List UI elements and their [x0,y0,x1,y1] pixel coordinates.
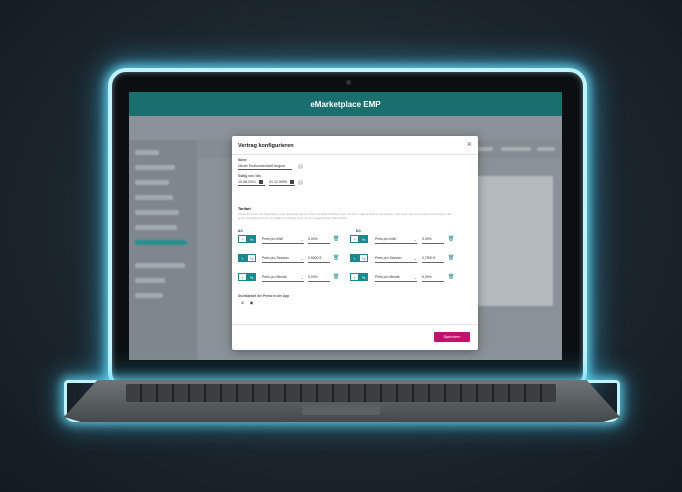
ac-row3-mode-toggle[interactable]: + % [238,273,256,281]
calendar-icon[interactable] [259,180,263,184]
app-header: eMarketplace EMP [129,92,562,116]
plus-option[interactable]: + [238,235,247,243]
ac-row3-value-input[interactable]: 5,00% [308,273,330,282]
dc-label: DC [356,229,361,233]
trash-icon[interactable]: 🗑 [448,274,454,280]
trash-icon[interactable]: 🗑 [448,236,454,242]
chevron-down-icon: ⌄ [413,275,417,280]
save-button[interactable]: Speichern [434,332,470,342]
trash-icon[interactable]: 🗑 [333,255,339,261]
info-icon[interactable]: i [298,164,303,169]
ac-label: AC [238,229,243,233]
sidebar-item[interactable] [135,225,177,230]
dc-row2-type-select[interactable]: Preis pro Session ⌄ [375,254,417,263]
percent-option[interactable]: % [359,235,368,243]
dc-row1-mode-toggle[interactable]: + % [350,235,368,243]
dc-row1-type-select[interactable]: Preis pro kWh ⌄ [375,235,417,244]
sidebar-item[interactable] [135,165,175,170]
sidebar-item[interactable] [135,180,169,185]
percent-option[interactable]: % [359,254,368,262]
plus-option[interactable]: + [350,254,359,262]
ac-row1-mode-toggle[interactable]: + % [238,235,256,243]
ac-row1-value-input[interactable]: 5,00% [308,235,330,244]
laptop-screen: eMarketplace EMP Vertrag konfigurieren ×… [129,92,562,360]
chevron-down-icon: ⌄ [300,237,304,242]
sidebar-item[interactable] [135,195,173,200]
dc-row2-value-input[interactable]: 0,7500 € [422,254,444,263]
sidebar-item[interactable] [135,278,165,283]
app-title: eMarketplace EMP [310,99,381,109]
sidebar-item[interactable] [135,210,179,215]
name-label: Name [238,158,247,162]
modal-title: Vertrag konfigurieren [238,143,294,149]
valid-label: Gültig von / bis [238,174,262,178]
ac-row2-mode-toggle[interactable]: + % [238,254,256,262]
trash-icon[interactable]: 🗑 [448,255,454,261]
name-input[interactable]: Neuer Endkundentarif August [238,163,292,170]
chevron-down-icon: ⌄ [300,256,304,261]
ac-row2-value-input[interactable]: 0,5000 € [308,254,330,263]
tarif-description: Wir bieten Ihnen die Möglichkeit, einen … [238,212,452,220]
plus-option[interactable]: + [350,273,359,281]
chevron-down-icon: ⌄ [413,256,417,261]
webcam [345,80,351,85]
dc-row3-type-select[interactable]: Preis pro Minute ⌄ [375,273,417,282]
sidebar-item-active[interactable] [135,240,187,245]
tarif-section-title: Tarifart [238,207,251,211]
trash-icon[interactable]: 🗑 [333,236,339,242]
dc-row3-value-input[interactable]: 5,00% [422,273,444,282]
visibility-label: Sichtbarkeit der Preise in der App [238,294,290,298]
plus-option[interactable]: + [350,235,359,243]
eye-off-icon[interactable]: ⊘ [238,299,247,306]
divider [232,154,478,155]
visibility-toggle[interactable]: ⊘ ◉ [238,299,256,306]
dc-row1-value-input[interactable]: 5,00% [422,235,444,244]
sidebar [129,140,197,360]
percent-option[interactable]: % [247,254,256,262]
percent-option[interactable]: % [359,273,368,281]
contract-config-modal: Vertrag konfigurieren × Name Neuer Endku… [232,136,478,350]
sidebar-item[interactable] [135,150,159,155]
chevron-down-icon: ⌄ [413,237,417,242]
trackpad [302,405,380,415]
trash-icon[interactable]: 🗑 [333,274,339,280]
close-icon[interactable]: × [467,140,472,149]
dc-row2-mode-toggle[interactable]: + % [350,254,368,262]
percent-option[interactable]: % [247,235,256,243]
ac-row3-type-select[interactable]: Preis pro Minute ⌄ [262,273,304,282]
plus-option[interactable]: + [238,254,247,262]
sidebar-item[interactable] [135,293,163,298]
chevron-down-icon: ⌄ [300,275,304,280]
dc-row3-mode-toggle[interactable]: + % [350,273,368,281]
info-icon[interactable]: i [298,180,303,185]
calendar-icon[interactable] [290,180,294,184]
keyboard [126,384,556,402]
plus-option[interactable]: + [238,273,247,281]
ac-row2-type-select[interactable]: Preis pro Session ⌄ [262,254,304,263]
laptop-lid: eMarketplace EMP Vertrag konfigurieren ×… [108,68,587,390]
ac-row1-type-select[interactable]: Preis pro kWh ⌄ [262,235,304,244]
percent-option[interactable]: % [247,273,256,281]
sidebar-item[interactable] [135,263,185,268]
eye-icon[interactable]: ◉ [247,299,256,306]
divider [232,324,478,325]
